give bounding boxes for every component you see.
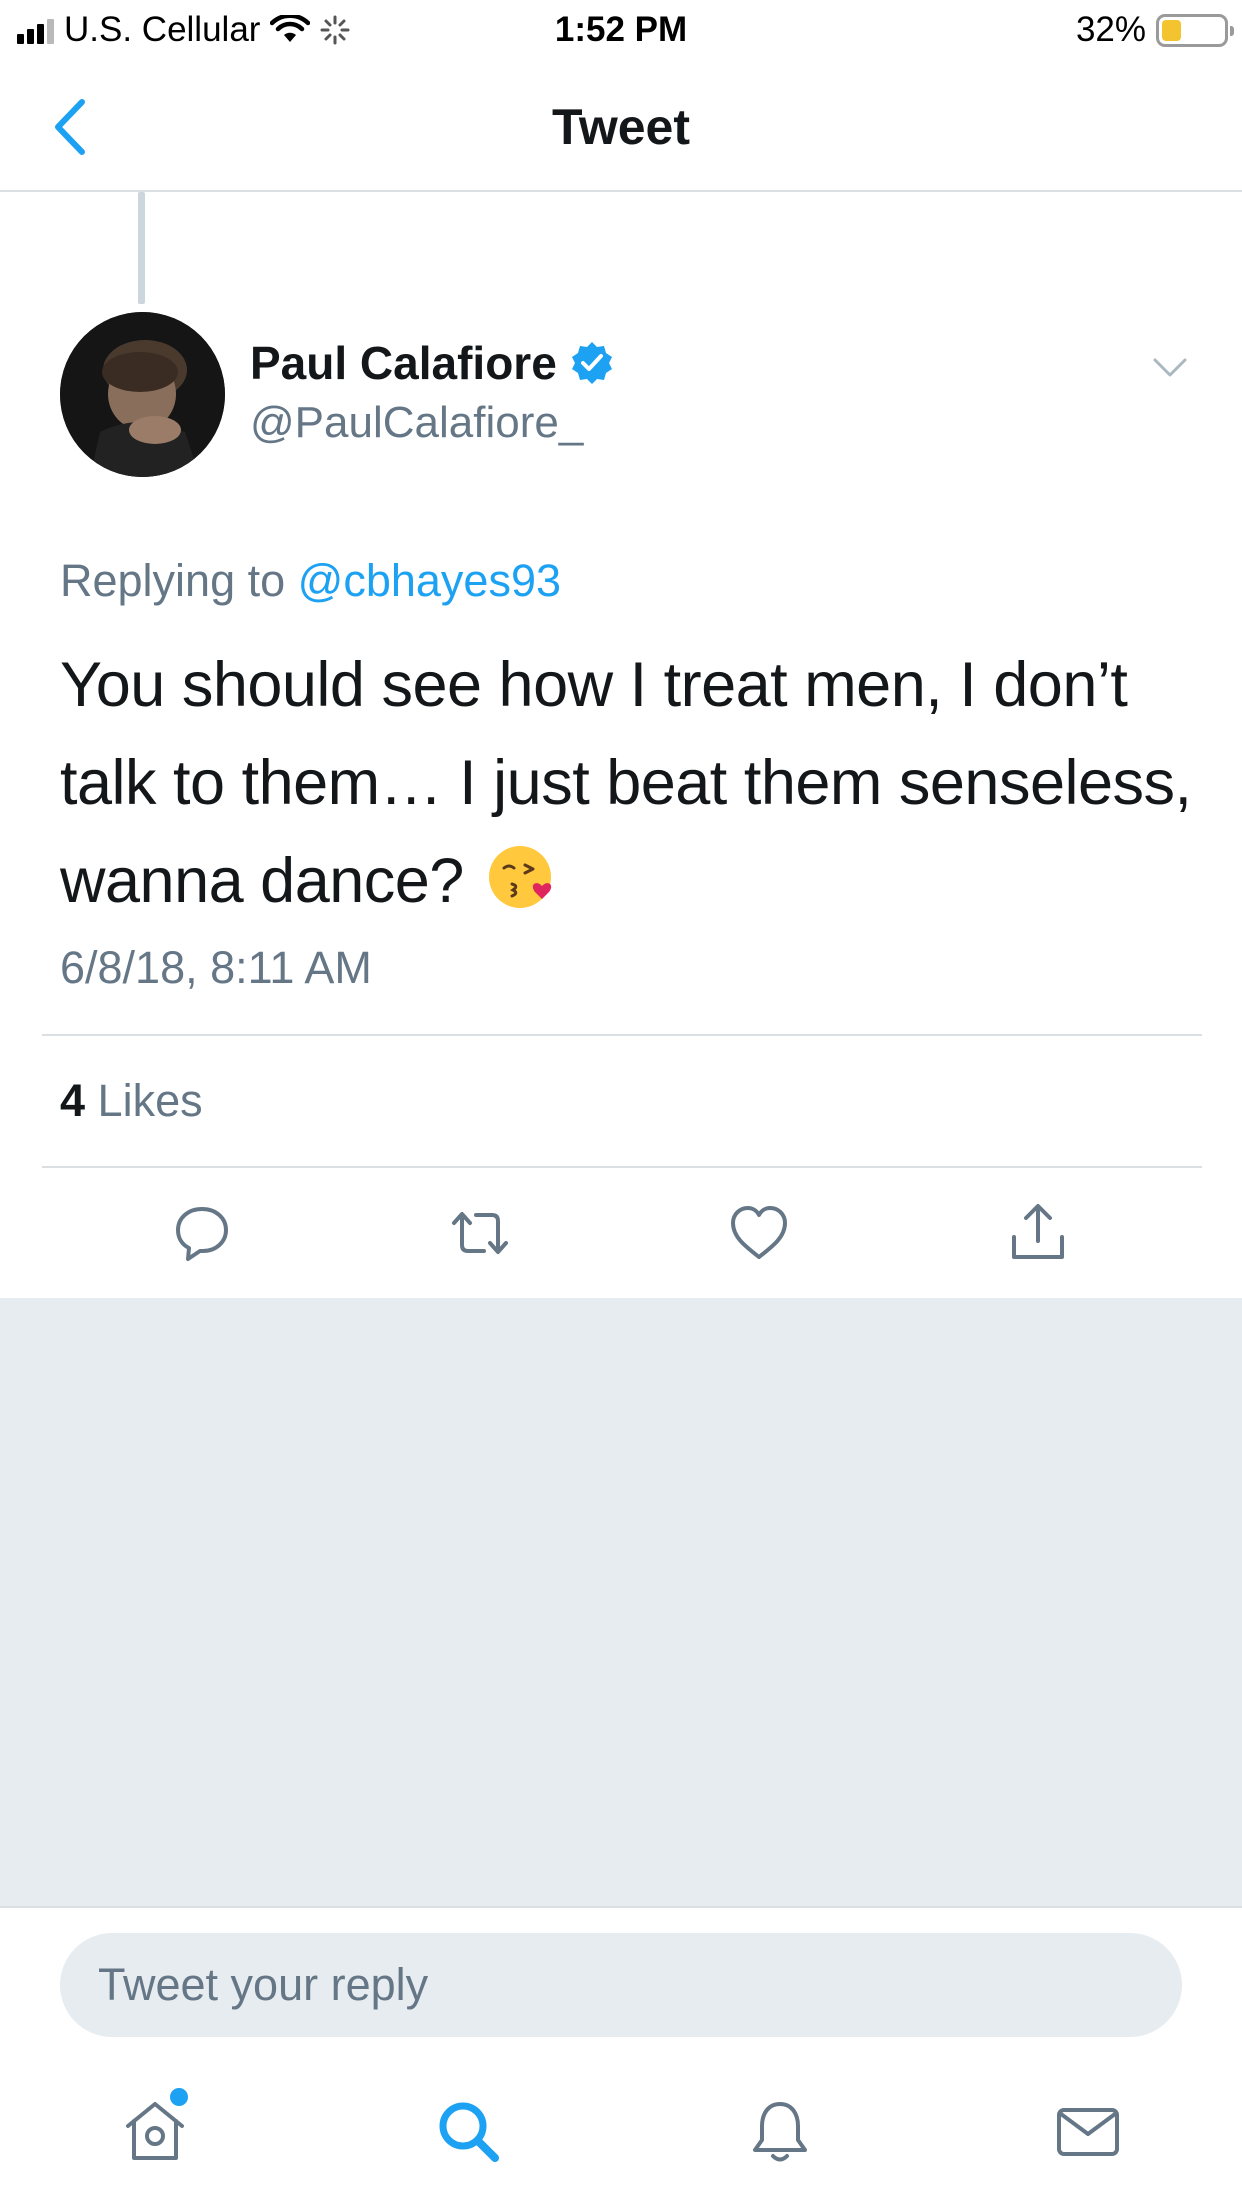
reply-bar <box>0 1906 1242 2046</box>
mention-link[interactable]: @cbhayes93 <box>298 555 561 606</box>
author-name-text: Paul Calafiore <box>250 337 557 389</box>
replying-to-prefix: Replying to <box>60 555 286 606</box>
author-name[interactable]: Paul Calafiore <box>250 336 615 390</box>
retweet-icon[interactable] <box>448 1201 512 1265</box>
tab-bar <box>0 2046 1242 2208</box>
chevron-down-icon[interactable] <box>1152 356 1188 380</box>
search-icon[interactable] <box>433 2096 503 2166</box>
likes-number: 4 <box>60 1075 86 1126</box>
author-handle[interactable]: @PaulCalafiore_ <box>250 398 583 448</box>
replying-to: Replying to @cbhayes93 <box>60 555 561 607</box>
divider <box>42 1034 1202 1036</box>
share-icon[interactable] <box>1006 1201 1070 1265</box>
notifications-icon[interactable] <box>745 2096 815 2166</box>
battery-percent: 32% <box>1075 10 1146 49</box>
status-bar: U.S. Cellular 1:52 PM 32% <box>0 0 1242 62</box>
thread-connector-line <box>138 192 145 304</box>
messages-icon[interactable] <box>1053 2096 1123 2166</box>
face-blowing-a-kiss-emoji <box>488 846 552 908</box>
page-title: Tweet <box>552 99 690 155</box>
tweet-body: You should see how I treat men, I don’t … <box>60 650 1192 916</box>
likes-label: Likes <box>97 1075 203 1126</box>
home-icon[interactable] <box>120 2096 190 2166</box>
status-bar-right: 32% <box>1075 10 1234 50</box>
reply-icon[interactable] <box>170 1201 234 1265</box>
tweet-actions <box>0 1168 1242 1298</box>
like-icon[interactable] <box>727 1201 791 1265</box>
empty-replies-area <box>0 1298 1242 1906</box>
reply-input[interactable] <box>60 1933 1182 2037</box>
verified-badge-icon <box>571 342 612 384</box>
tweet-text: You should see how I treat men, I don’t … <box>60 636 1200 930</box>
tweet-timestamp: 6/8/18, 8:11 AM <box>60 942 372 993</box>
likes-count[interactable]: 4 Likes <box>60 1075 203 1127</box>
new-content-dot <box>170 2088 188 2106</box>
status-time: 1:52 PM <box>554 10 688 49</box>
nav-bar: Tweet <box>0 62 1242 192</box>
battery-icon <box>1156 13 1234 47</box>
avatar[interactable] <box>60 312 225 477</box>
